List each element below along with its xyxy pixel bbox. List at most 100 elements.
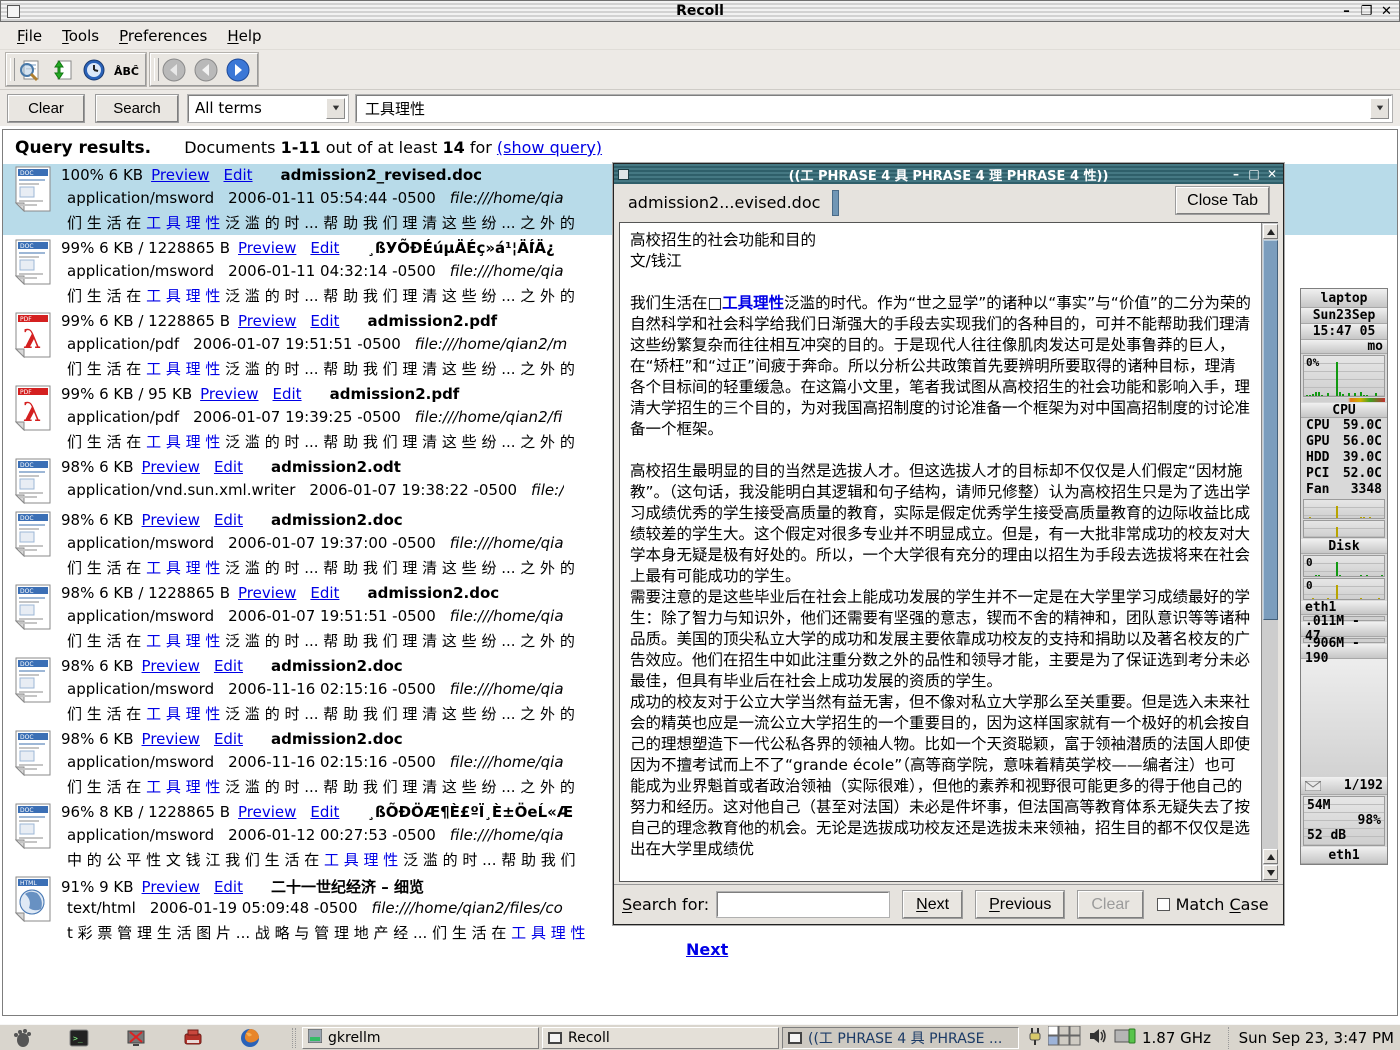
edit-link[interactable]: Edit: [214, 511, 243, 529]
find-clear-button[interactable]: Clear: [1078, 891, 1142, 918]
edit-link[interactable]: Edit: [214, 458, 243, 476]
taskbar-separator[interactable]: [292, 1028, 296, 1048]
preview-scrollbar[interactable]: [1261, 223, 1278, 881]
preview-tab[interactable]: admission2...evised.doc: [624, 190, 828, 215]
query-input[interactable]: 工具理性: [356, 95, 1392, 122]
result-date: 2006-01-19 05:09:48 -0500: [150, 899, 358, 917]
history-clock-icon[interactable]: [81, 57, 107, 83]
scroll-down-icon[interactable]: [1263, 865, 1278, 880]
workspace-pager-icon[interactable]: [1048, 1026, 1082, 1050]
match-case-option[interactable]: Match Case: [1157, 895, 1269, 914]
restore-icon[interactable]: ❐: [1358, 3, 1375, 20]
next-page-link[interactable]: Next: [686, 940, 728, 959]
search-button[interactable]: Search: [96, 95, 178, 122]
find-input[interactable]: [717, 892, 889, 917]
edit-link[interactable]: Edit: [273, 385, 302, 403]
result-title: admission2.doc: [271, 730, 403, 748]
svg-text:DOC: DOC: [20, 243, 34, 250]
result-line1: 96% 8 KB / 1228865 BPreviewEdit¸ßÕÐÖÆ¶È£…: [61, 803, 576, 826]
snippet-highlight: 工 具 理 性: [511, 924, 585, 942]
search-mode-select[interactable]: All terms: [188, 95, 348, 122]
menu-file[interactable]: File: [8, 24, 51, 48]
preview-minimize-icon[interactable]: –: [1228, 166, 1244, 182]
preview-link[interactable]: Preview: [142, 878, 200, 896]
edit-link[interactable]: Edit: [214, 657, 243, 675]
edit-link[interactable]: Edit: [310, 239, 339, 257]
preview-link[interactable]: Preview: [238, 312, 296, 330]
result-line1: 99% 6 KB / 1228865 BPreviewEdit¸ßУÕÐÉúµÄ…: [61, 239, 575, 262]
preview-maximize-icon[interactable]: □: [1246, 166, 1262, 182]
clear-button[interactable]: Clear: [8, 95, 84, 122]
result-url: file:///home/qia: [450, 534, 564, 552]
edit-link[interactable]: Edit: [223, 166, 252, 184]
typewriter-icon[interactable]: [181, 1027, 205, 1049]
nav-back-icon[interactable]: [193, 57, 219, 83]
preview-close-icon[interactable]: ✕: [1264, 166, 1280, 182]
preview-link[interactable]: Preview: [142, 458, 200, 476]
find-previous-button[interactable]: Previous: [976, 891, 1064, 918]
cpu-frequency-icon[interactable]: [1114, 1027, 1136, 1049]
terminal-icon[interactable]: >_: [67, 1027, 91, 1049]
find-next-button[interactable]: Next: [903, 891, 962, 918]
nav-back-disabled-icon[interactable]: [161, 57, 187, 83]
task-button[interactable]: gkrellm: [302, 1027, 539, 1049]
result-line1: 98% 6 KB / 1228865 BPreviewEditadmission…: [61, 584, 575, 607]
menu-preferences[interactable]: Preferences: [110, 24, 216, 48]
gkrellm-cpu-krell: [1303, 398, 1385, 402]
result-text: 99% 6 KB / 1228865 BPreviewEdit¸ßУÕÐÉúµÄ…: [61, 237, 575, 308]
close-tab-button[interactable]: Close Tab: [1176, 187, 1269, 214]
results-header-pre: Documents: [184, 138, 275, 157]
query-history-chevron-icon[interactable]: [1370, 98, 1389, 119]
match-case-checkbox[interactable]: [1157, 898, 1170, 911]
screen-lock-icon[interactable]: [124, 1027, 148, 1049]
minimize-icon[interactable]: –: [1338, 3, 1355, 20]
power-plug-icon[interactable]: [1028, 1026, 1042, 1050]
recoll-titlebar[interactable]: Recoll – ❐ ✕: [0, 0, 1400, 22]
task-button[interactable]: Recoll: [542, 1027, 779, 1049]
preview-link[interactable]: Preview: [142, 511, 200, 529]
preview-link[interactable]: Preview: [238, 239, 296, 257]
edit-link[interactable]: Edit: [310, 803, 339, 821]
preview-text-area[interactable]: 高校招生的社会功能和目的 文/钱江我们生活在□工具理性泛滥的时代。作为“世之显学…: [619, 222, 1278, 882]
task-button[interactable]: ((工 PHRASE 4 具 PHRASE ...: [782, 1027, 1019, 1049]
preview-link[interactable]: Preview: [142, 730, 200, 748]
spellcheck-abc-icon[interactable]: ÅBĈ: [113, 57, 139, 83]
edit-link[interactable]: Edit: [214, 730, 243, 748]
preview-search-icon[interactable]: [17, 57, 43, 83]
firefox-icon[interactable]: [238, 1027, 262, 1049]
result-relevance-size: 98% 6 KB: [61, 511, 134, 529]
show-query-link[interactable]: (show query): [497, 138, 602, 157]
pdf-file-icon: PDFλ: [15, 312, 55, 381]
result-line1: 91% 9 KBPreviewEdit二十一世纪经济 – 细览: [61, 876, 585, 899]
menu-help[interactable]: Help: [218, 24, 270, 48]
scrollbar-thumb[interactable]: [1263, 240, 1278, 620]
preview-link[interactable]: Preview: [238, 584, 296, 602]
speaker-icon[interactable]: [1088, 1027, 1108, 1049]
close-icon[interactable]: ✕: [1378, 3, 1395, 20]
result-mime: application/msword: [67, 753, 214, 771]
scroll-up2-icon[interactable]: [1263, 849, 1278, 864]
chevron-down-icon[interactable]: [326, 98, 345, 119]
preview-titlebar[interactable]: ((工 PHRASE 4 具 PHRASE 4 理 PHRASE 4 性)) –…: [614, 164, 1283, 184]
snippet-highlight: 工 具 理 性: [146, 214, 220, 232]
preview-link[interactable]: Preview: [238, 803, 296, 821]
preview-link[interactable]: Preview: [142, 657, 200, 675]
sort-document-icon[interactable]: [49, 57, 75, 83]
result-title: admission2.odt: [271, 458, 401, 476]
preview-link[interactable]: Preview: [200, 385, 258, 403]
preview-link[interactable]: Preview: [151, 166, 209, 184]
result-url: file:///home/qia: [450, 262, 564, 280]
gkrellm-monitor[interactable]: laptopSun23Sep15:47 05mo0%CPUCPU59.0CGPU…: [1300, 288, 1388, 865]
snippet-pre: t 彩 票 管 理 生 活 图 片 ... 战 略 与 管 理 地 产 经 ..…: [67, 924, 511, 942]
results-header-title: Query results.: [15, 138, 151, 158]
gkrellm-spacer: [1301, 659, 1387, 777]
result-line2: application/pdf2006-01-07 19:51:51 -0500…: [61, 335, 575, 358]
gnome-foot-icon[interactable]: [10, 1027, 34, 1049]
scroll-up-icon[interactable]: [1263, 224, 1278, 239]
menu-tools[interactable]: Tools: [53, 24, 108, 48]
edit-link[interactable]: Edit: [310, 584, 339, 602]
edit-link[interactable]: Edit: [310, 312, 339, 330]
window-task-icon: [548, 1032, 562, 1044]
edit-link[interactable]: Edit: [214, 878, 243, 896]
nav-forward-icon[interactable]: [225, 57, 251, 83]
